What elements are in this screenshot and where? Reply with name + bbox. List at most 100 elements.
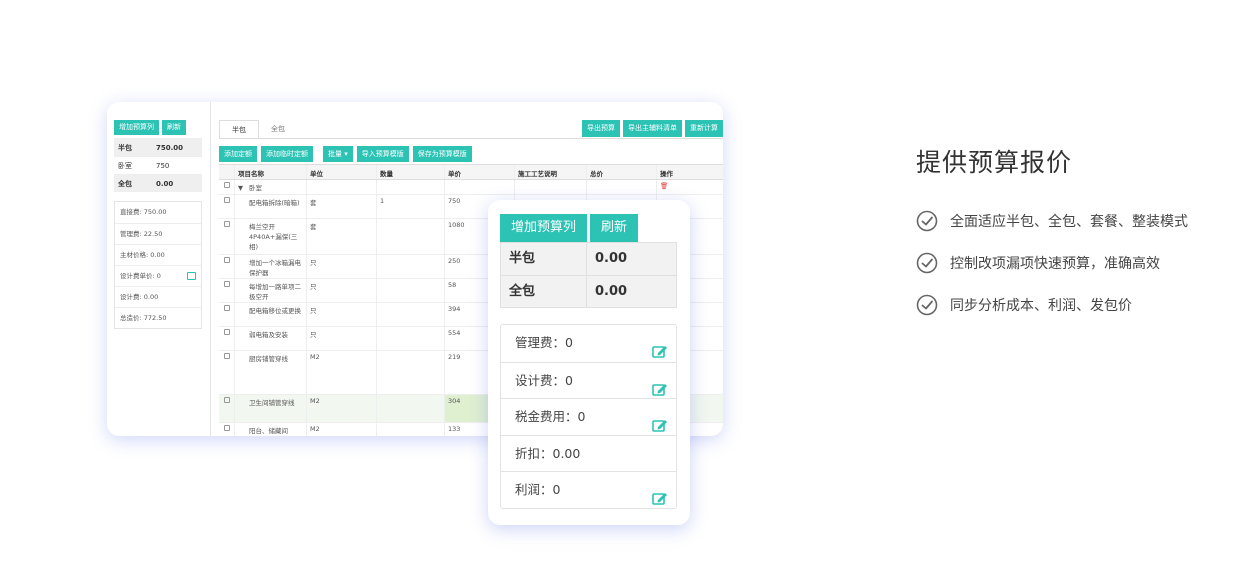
item-unit: M2 — [307, 423, 377, 436]
quota-button[interactable]: 保存为预算模版 — [412, 146, 472, 162]
popup-fee-item: 折扣：0.00 — [501, 434, 676, 472]
item-name: 增加一个冰箱漏电保护器 — [235, 255, 307, 278]
item-qty[interactable] — [377, 395, 445, 422]
popup-add-budget-column-button[interactable]: 增加预算列 — [500, 214, 588, 242]
budget-summary-panel: 增加预算列 刷新 半包 750.00 卧室 750 全包 0.00 直接费: 750.00… — [107, 102, 211, 436]
empty-cell — [307, 180, 377, 194]
popup-summary-table: 半包 0.00 全包 0.00 — [500, 242, 677, 308]
quota-button[interactable]: 添加临时定额 — [261, 146, 313, 162]
item-unit: 只 — [307, 327, 377, 350]
popup-fee-text: 设计费：0 — [515, 372, 573, 388]
popup-fee-list: 管理费：0 设计费：0 税金费用：0 折扣：0.00 利润：0 — [500, 324, 677, 509]
item-qty[interactable] — [377, 327, 445, 350]
edit-icon[interactable] — [652, 336, 668, 358]
quota-toolbar: 添加定额 添加临时定额 批量 ▾ 导入预算模版 保存为预算模版 — [219, 146, 472, 162]
item-qty[interactable] — [377, 303, 445, 326]
export-button[interactable]: 导出主辅料清单 — [623, 120, 682, 137]
quota-button[interactable]: 导入预算模版 — [356, 146, 409, 162]
popup-refresh-button[interactable]: 刷新 — [590, 214, 639, 242]
item-qty[interactable] — [377, 423, 445, 436]
page: 增加预算列 刷新 半包 750.00 卧室 750 全包 0.00 直接费: 750.00… — [0, 0, 1259, 573]
row-checkbox[interactable] — [219, 351, 235, 394]
row-checkbox[interactable] — [219, 255, 235, 278]
feature-text: 全面适应半包、全包、套餐、整装模式 — [950, 214, 1188, 230]
empty-cell — [445, 180, 515, 194]
column-header: 数量 — [377, 165, 445, 179]
popup-summary-value: 0.00 — [595, 251, 628, 266]
fee-text: 直接费: 750.00 — [120, 208, 167, 216]
popup-summary-row: 半包 0.00 — [501, 243, 676, 275]
item-unit: 只 — [307, 279, 377, 302]
summary-key: 半包 — [118, 144, 132, 152]
column-header: 操作 — [660, 170, 673, 178]
empty-cell — [587, 180, 657, 194]
edit-icon[interactable] — [652, 410, 668, 432]
quota-button[interactable]: 批量 ▾ — [323, 146, 353, 162]
item-name: 配电箱拆除(暗箱) — [235, 195, 307, 218]
column-header: 总价 — [587, 165, 657, 179]
summary-toolbar: 增加预算列 刷新 — [114, 120, 186, 135]
item-name: 配电箱移位或更换 — [235, 303, 307, 326]
check-circle-icon — [916, 210, 938, 232]
expand-toggle-icon[interactable]: ▼ — [238, 184, 243, 192]
fee-list: 直接费: 750.00 管理费: 22.50 主材价格: 0.00 设计费单价: 0 设… — [114, 201, 202, 329]
tab-package[interactable]: 半包 — [219, 120, 259, 139]
feature-item: 全面适应半包、全包、套餐、整装模式 — [916, 200, 1188, 242]
export-button[interactable]: 导出预算 — [582, 120, 620, 137]
row-checkbox[interactable] — [219, 279, 235, 302]
item-qty[interactable] — [377, 279, 445, 302]
quota-button[interactable]: 添加定额 — [219, 146, 257, 162]
edit-icon[interactable] — [187, 272, 196, 280]
delete-icon[interactable]: 🗑 — [657, 180, 723, 194]
summary-value: 0.00 — [156, 180, 174, 188]
refresh-button[interactable]: 刷新 — [162, 120, 186, 135]
fee-text: 设计费单价: 0 — [120, 272, 161, 280]
popup-fee-text: 折扣：0.00 — [515, 445, 581, 461]
row-checkbox[interactable] — [219, 180, 235, 194]
item-unit: 套 — [307, 219, 377, 254]
row-checkbox[interactable] — [219, 195, 235, 218]
summary-row: 卧室 750 — [114, 156, 202, 174]
column-header: 单位 — [307, 165, 377, 179]
add-budget-column-button[interactable]: 增加预算列 — [114, 120, 159, 135]
popup-summary-value: 0.00 — [595, 284, 628, 299]
edit-icon[interactable] — [652, 374, 668, 396]
summary-row: 半包 750.00 — [114, 138, 202, 156]
item-qty[interactable] — [377, 255, 445, 278]
feature-item: 控制改项漏项快速预算，准确高效 — [916, 242, 1188, 284]
popup-fee-item: 税金费用：0 — [501, 398, 676, 435]
row-checkbox[interactable] — [219, 303, 235, 326]
fee-text: 总造价: 772.50 — [120, 314, 167, 322]
item-unit: 只 — [307, 303, 377, 326]
feature-list: 全面适应半包、全包、套餐、整装模式控制改项漏项快速预算，准确高效同步分析成本、利… — [916, 200, 1188, 326]
fee-item: 管理费: 22.50 — [115, 223, 201, 244]
row-checkbox[interactable] — [219, 423, 235, 436]
fee-item: 总造价: 772.50 — [115, 307, 201, 328]
tab-package[interactable]: 全包 — [259, 120, 297, 139]
item-qty[interactable] — [377, 351, 445, 394]
fee-item: 主材价格: 0.00 — [115, 244, 201, 265]
feature-text: 同步分析成本、利润、发包价 — [950, 298, 1132, 314]
row-checkbox[interactable] — [219, 219, 235, 254]
export-toolbar: 导出预算 导出主辅料清单 重新计算 — [582, 120, 723, 137]
fee-item: 设计费: 0.00 — [115, 286, 201, 307]
column-header — [219, 165, 235, 179]
fee-item: 设计费单价: 0 — [115, 265, 201, 286]
feature-item: 同步分析成本、利润、发包价 — [916, 284, 1188, 326]
column-header: 项目名称 — [235, 165, 307, 179]
item-unit: M2 — [307, 351, 377, 394]
fee-text: 管理费: 22.50 — [120, 230, 163, 238]
edit-icon[interactable] — [652, 483, 668, 505]
summary-key: 全包 — [118, 180, 132, 188]
item-qty[interactable]: 1 — [377, 195, 445, 218]
tab-divider — [219, 138, 723, 139]
export-button[interactable]: 重新计算 — [685, 120, 723, 137]
item-name: 阳台、储藏间 — [235, 423, 307, 436]
row-checkbox[interactable] — [219, 327, 235, 350]
summary-value: 750.00 — [156, 144, 184, 152]
popup-fee-text: 税金费用：0 — [515, 409, 586, 424]
row-checkbox[interactable] — [219, 395, 235, 422]
popup-fee-item: 利润：0 — [501, 471, 676, 508]
item-qty[interactable] — [377, 219, 445, 254]
popup-fee-text: 管理费：0 — [515, 335, 573, 350]
